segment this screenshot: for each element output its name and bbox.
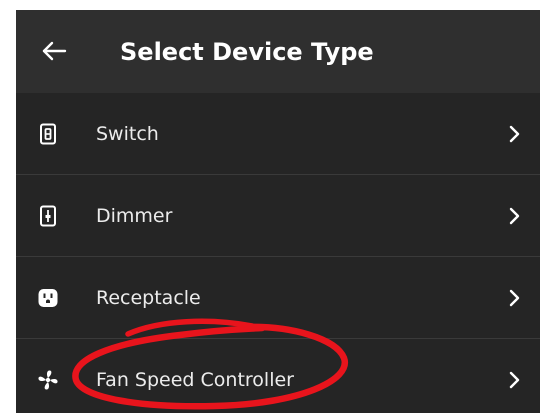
chevron-right-icon (508, 289, 522, 307)
device-type-item-dimmer[interactable]: Dimmer (16, 175, 540, 257)
chevron-right-icon (508, 371, 522, 389)
device-type-item-fan-speed-controller[interactable]: Fan Speed Controller (16, 339, 540, 413)
back-button[interactable] (38, 35, 70, 67)
app-screen: Select Device Type Switch Dimmer Recepta… (16, 10, 540, 413)
arrow-left-icon (42, 41, 67, 61)
device-type-item-receptacle[interactable]: Receptacle (16, 257, 540, 339)
device-type-item-switch[interactable]: Switch (16, 93, 540, 175)
chevron-right-icon (508, 207, 522, 225)
fan-icon (36, 368, 60, 392)
app-header: Select Device Type (16, 10, 540, 93)
receptacle-icon (36, 286, 60, 310)
device-type-label: Fan Speed Controller (96, 369, 294, 391)
chevron-right-icon (508, 125, 522, 143)
page-title: Select Device Type (120, 38, 374, 66)
device-type-label: Dimmer (96, 205, 173, 227)
switch-icon (36, 122, 60, 146)
device-type-label: Receptacle (96, 287, 201, 309)
device-type-label: Switch (96, 123, 159, 145)
dimmer-icon (36, 204, 60, 228)
